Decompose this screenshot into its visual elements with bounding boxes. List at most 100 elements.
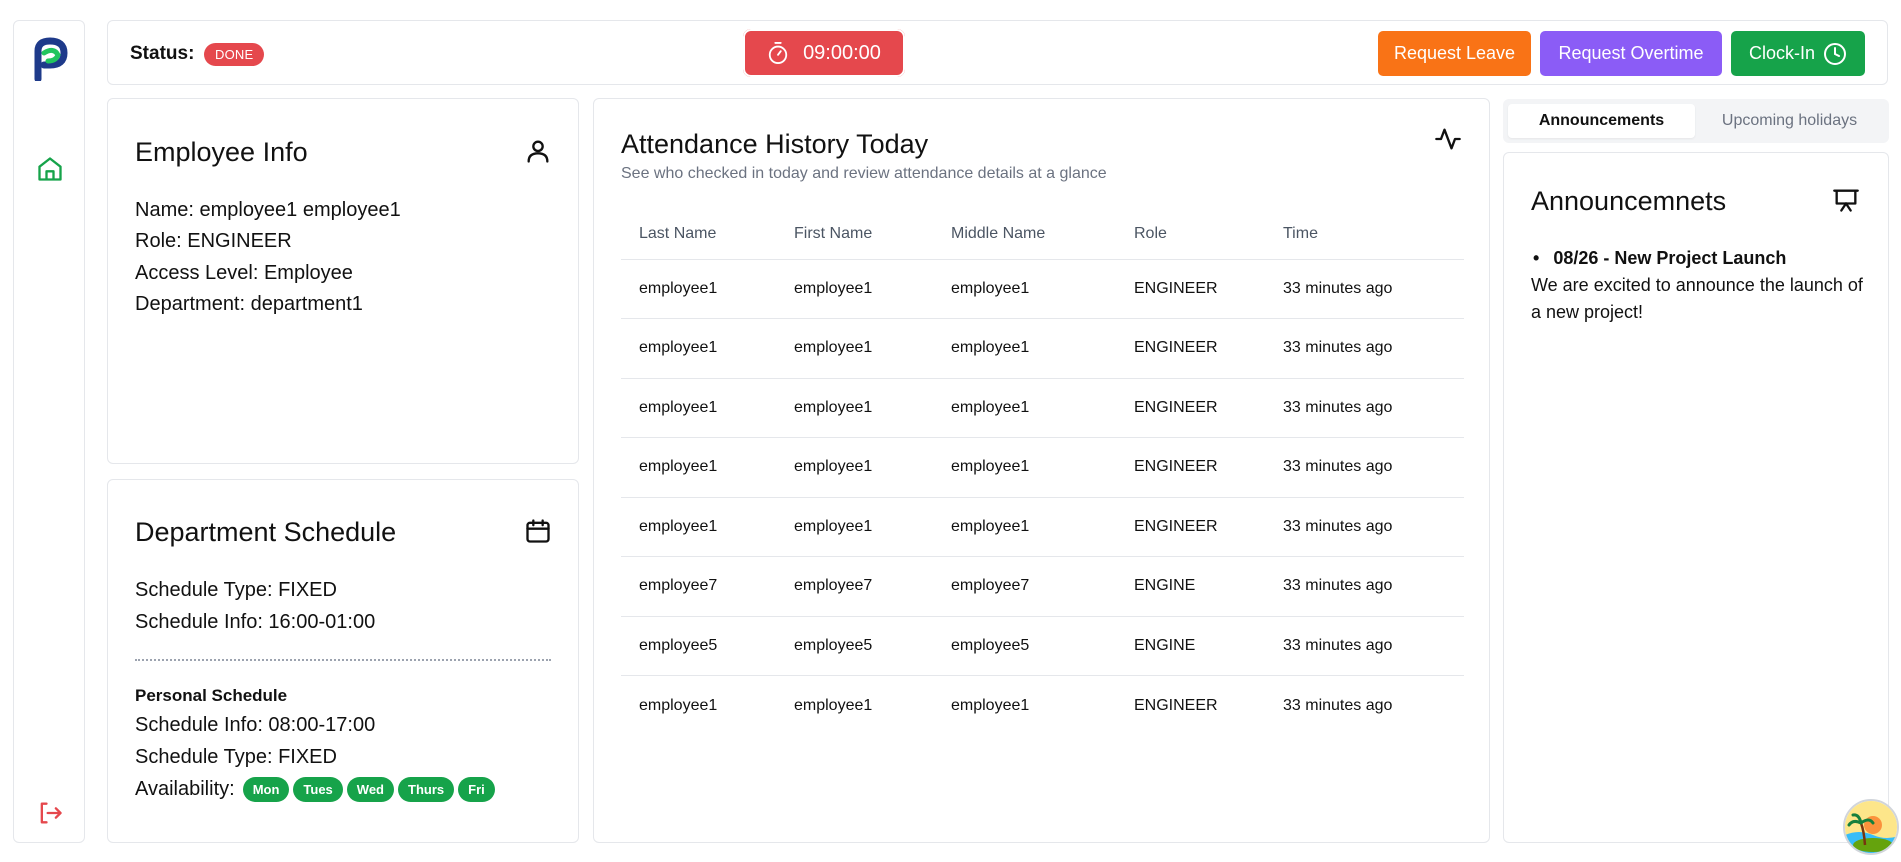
cell-middle-name: employee1 xyxy=(933,437,1116,498)
cell-last-name: employee7 xyxy=(621,556,776,617)
employee-info-card: Employee Info Name: employee1 employee1 … xyxy=(107,98,579,464)
cell-role: ENGINEER xyxy=(1116,437,1265,498)
cell-time: 33 minutes ago xyxy=(1265,378,1464,438)
clock-in-button[interactable]: Clock-In xyxy=(1731,31,1865,76)
column-first-name[interactable]: First Name xyxy=(776,209,933,260)
cell-time: 33 minutes ago xyxy=(1265,437,1464,498)
cell-role: ENGINE xyxy=(1116,556,1265,617)
cell-middle-name: employee1 xyxy=(933,378,1116,438)
cell-first-name: employee1 xyxy=(776,318,933,379)
cell-last-name: employee1 xyxy=(621,437,776,498)
schedule-type: Schedule Type: FIXED xyxy=(135,579,337,601)
status-badge: DONE xyxy=(204,43,265,66)
activity-icon xyxy=(1435,128,1461,150)
personal-schedule-type: Schedule Type: FIXED xyxy=(135,746,337,768)
logout-icon[interactable] xyxy=(36,799,64,827)
column-role[interactable]: Role xyxy=(1116,209,1265,260)
status-label: Status: xyxy=(130,43,195,64)
schedule-info: Schedule Info: 16:00-01:00 xyxy=(135,611,376,633)
column-middle-name[interactable]: Middle Name xyxy=(933,209,1116,260)
announcements-card: Announcemnets 08/26 - New Project Launch… xyxy=(1503,152,1889,843)
cell-time: 33 minutes ago xyxy=(1265,556,1464,617)
cell-time: 33 minutes ago xyxy=(1265,616,1464,676)
cell-time: 33 minutes ago xyxy=(1283,696,1393,714)
announcement-item: 08/26 - New Project Launch We are excite… xyxy=(1531,245,1871,326)
cell-last-name: employee1 xyxy=(621,259,776,319)
announcements-title: Announcemnets xyxy=(1531,186,1727,216)
shift-timer[interactable]: 09:00:00 xyxy=(743,29,905,77)
table-row[interactable]: employee1 employee1 employee1 ENGINEER 3… xyxy=(621,378,1464,438)
employee-access-level: Access Level: Employee xyxy=(135,262,353,284)
cell-role: ENGINEER xyxy=(1116,497,1265,557)
cell-last-name: employee1 xyxy=(639,696,718,714)
personal-schedule-heading: Personal Schedule xyxy=(135,686,288,705)
cell-last-name: employee1 xyxy=(621,497,776,557)
cell-role: ENGINEER xyxy=(1116,259,1265,319)
cell-middle-name: employee1 xyxy=(933,259,1116,319)
sidebar xyxy=(13,20,85,843)
table-row[interactable]: employee7 employee7 employee7 ENGINE 33 … xyxy=(621,556,1464,617)
table-row[interactable]: employee1 employee1 employee1 ENGINEER 3… xyxy=(621,676,1464,736)
table-row[interactable]: employee1 employee1 employee1 ENGINEER 3… xyxy=(621,437,1464,498)
cell-first-name: employee1 xyxy=(776,378,933,438)
department-schedule-card: Department Schedule Schedule Type: FIXED… xyxy=(107,479,579,843)
cell-first-name: employee1 xyxy=(794,696,873,714)
table-row[interactable]: employee1 employee1 employee1 ENGINEER 3… xyxy=(621,259,1464,319)
cell-first-name: employee5 xyxy=(776,616,933,676)
request-leave-button[interactable]: Request Leave xyxy=(1378,31,1531,76)
tab-upcoming-holidays[interactable]: Upcoming holidays xyxy=(1695,104,1884,138)
announcement-heading: 08/26 - New Project Launch xyxy=(1531,245,1871,272)
app-logo[interactable] xyxy=(32,37,68,81)
day-pill-tues: Tues xyxy=(293,777,343,802)
column-time[interactable]: Time xyxy=(1265,209,1464,260)
avatar-image xyxy=(1845,801,1897,853)
cell-middle-name: employee7 xyxy=(933,556,1116,617)
employee-info-title: Employee Info xyxy=(135,137,308,167)
cell-role: ENGINEER xyxy=(1116,318,1265,379)
employee-department: Department: department1 xyxy=(135,293,363,315)
top-bar: Status: DONE 09:00:00 Request Leave Requ… xyxy=(107,20,1888,85)
home-icon[interactable] xyxy=(36,155,64,183)
day-pill-fri: Fri xyxy=(458,777,495,802)
cell-time: 33 minutes ago xyxy=(1265,259,1464,319)
availability-label: Availability: xyxy=(135,778,235,800)
announcement-body: We are excited to announce the launch of… xyxy=(1531,275,1863,322)
day-pill-mon: Mon xyxy=(242,777,290,802)
cell-middle-name: employee1 xyxy=(933,497,1116,557)
tab-announcements[interactable]: Announcements xyxy=(1508,104,1695,138)
cell-role: ENGINE xyxy=(1116,616,1265,676)
day-pill-wed: Wed xyxy=(346,777,395,802)
cell-middle-name: employee1 xyxy=(951,696,1030,714)
presentation-icon xyxy=(1833,189,1859,212)
calendar-icon xyxy=(526,519,550,543)
department-schedule-title: Department Schedule xyxy=(135,517,397,547)
avatar[interactable] xyxy=(1843,799,1899,855)
request-overtime-button[interactable]: Request Overtime xyxy=(1540,31,1722,76)
attendance-title: Attendance History Today xyxy=(621,129,929,159)
announcement-heading-text: 08/26 - New Project Launch xyxy=(1553,248,1787,268)
availability: Availability: Mon Tues Wed Thurs Fri xyxy=(135,777,495,802)
cell-role: ENGINEER xyxy=(1116,378,1265,438)
cell-last-name: employee1 xyxy=(621,318,776,379)
announcement-tabs: Announcements Upcoming holidays xyxy=(1503,99,1889,143)
employee-role: Role: ENGINEER xyxy=(135,230,292,252)
cell-first-name: employee1 xyxy=(776,437,933,498)
cell-last-name: employee5 xyxy=(621,616,776,676)
clock-icon xyxy=(1824,42,1846,65)
cell-first-name: employee1 xyxy=(776,497,933,557)
attendance-subtitle: See who checked in today and review atte… xyxy=(621,165,1107,182)
cell-role: ENGINEER xyxy=(1134,696,1218,714)
table-header-row: Last Name First Name Middle Name Role Ti… xyxy=(621,209,1464,260)
clock-in-label: Clock-In xyxy=(1748,43,1815,63)
divider xyxy=(135,659,551,661)
table-row[interactable]: employee5 employee5 employee5 ENGINE 33 … xyxy=(621,616,1464,676)
table-row[interactable]: employee1 employee1 employee1 ENGINEER 3… xyxy=(621,497,1464,557)
cell-time: 33 minutes ago xyxy=(1265,318,1464,379)
cell-middle-name: employee1 xyxy=(933,318,1116,379)
table-row[interactable]: employee1 employee1 employee1 ENGINEER 3… xyxy=(621,318,1464,379)
cell-first-name: employee7 xyxy=(776,556,933,617)
column-last-name[interactable]: Last Name xyxy=(621,209,776,260)
user-icon xyxy=(527,140,549,163)
attendance-history-card: Attendance History Today See who checked… xyxy=(593,98,1490,843)
cell-time: 33 minutes ago xyxy=(1265,497,1464,557)
